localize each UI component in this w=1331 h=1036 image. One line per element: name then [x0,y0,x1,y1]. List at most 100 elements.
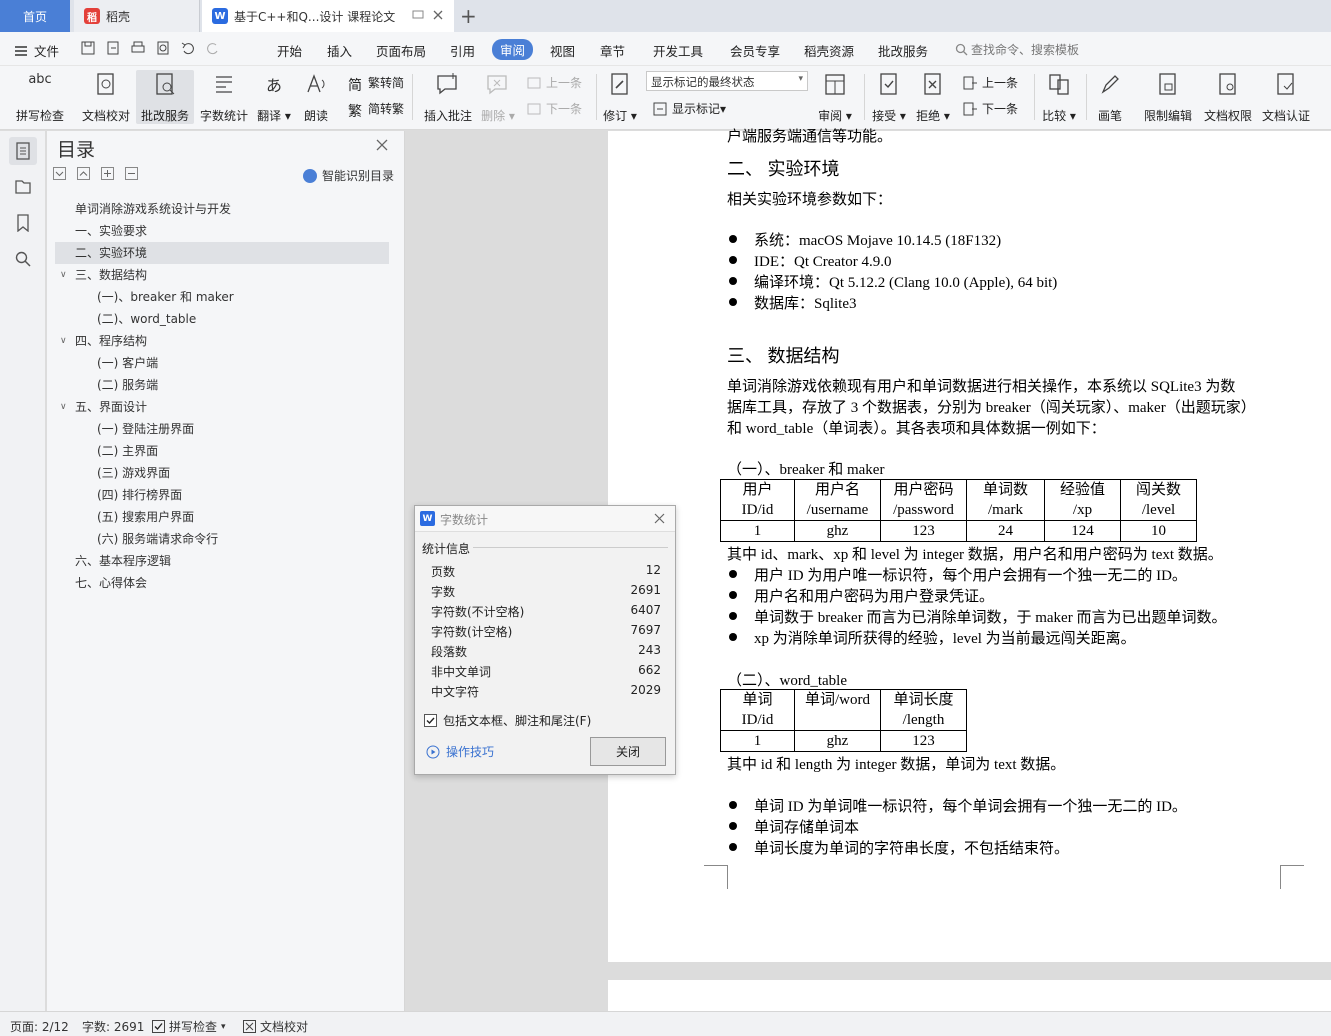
toc-item[interactable]: (一)、breaker 和 maker [97,286,234,308]
tab-home[interactable]: 首页 [0,0,70,32]
toc-item[interactable]: (二)、word_table [97,308,196,330]
export-icon[interactable] [105,40,121,56]
menu-correction-service[interactable]: 批改服务 [878,41,928,60]
command-search[interactable]: 查找命令、搜索模板 [955,41,1079,58]
nav-icon-bar [0,131,46,1011]
doc-permission-button[interactable]: 文档权限 [1200,70,1256,124]
next-comment-button[interactable]: 下一条 [526,100,582,117]
expand-all-icon[interactable] [53,167,66,180]
doc-proofread-button[interactable]: 文档校对 [78,70,134,124]
toc-item[interactable]: 五、界面设计 [75,396,147,418]
print-icon[interactable] [130,40,146,56]
toc-item[interactable]: (四) 排行榜界面 [97,484,182,506]
trad-to-simp-button[interactable]: 简繁转简 [348,74,404,94]
toc-item[interactable]: (六) 服务端请求命令行 [97,528,218,550]
translate-button[interactable]: あ 翻译 ▾ [256,70,292,124]
status-proofread[interactable]: 文档校对 [243,1018,308,1035]
delete-comment-button[interactable]: 删除 ▾ [480,70,516,124]
menu-review[interactable]: 审阅 [492,39,534,60]
toc-item[interactable]: (一) 登陆注册界面 [97,418,194,440]
redo-icon[interactable] [205,40,221,56]
table-cell: 闯关数 [1135,482,1181,498]
toc-item[interactable]: (一) 客户端 [97,352,158,374]
menu-daoke-resources[interactable]: 稻壳资源 [804,41,854,60]
simp-to-trad-button[interactable]: 繁简转繁 [348,100,404,120]
spell-check-button[interactable]: abc 拼写检查 [10,70,70,124]
toc-item[interactable]: 七、心得体会 [75,572,147,594]
new-tab-icon[interactable]: + [460,4,477,28]
undo-icon[interactable] [180,40,196,56]
status-spell-check[interactable]: 拼写检查 ▾ [152,1018,226,1035]
search-panel-icon[interactable] [9,245,37,273]
insert-comment-button[interactable]: 插入批注 [422,70,474,124]
toc-item[interactable]: (三) 游戏界面 [97,462,170,484]
toc-item[interactable]: (二) 服务端 [97,374,158,396]
toc-item[interactable]: 二、实验环境 [75,242,147,264]
stats-section-label: 统计信息 [422,542,471,556]
document-page-next[interactable] [608,980,1331,1011]
menu-view[interactable]: 视图 [550,41,575,60]
correction-service-button[interactable]: 批改服务 [136,70,194,124]
toc-item[interactable]: 一、实验要求 [75,220,147,242]
print-preview-icon[interactable] [155,40,171,56]
pen-button[interactable]: 画笔 [1094,70,1126,124]
menu-references[interactable]: 引用 [450,41,475,60]
menu-developer[interactable]: 开发工具 [653,41,703,60]
save-icon[interactable] [80,40,96,56]
compare-icon [1049,74,1069,95]
review-pane-button[interactable]: 审阅 ▾ [816,70,854,124]
document-page[interactable]: 户端服务端通信等功能。 二、 实验环境 相关实验环境参数如下： 系统：macOS… [608,129,1331,962]
tab-pin-icon[interactable] [412,9,424,21]
markup-state-select[interactable]: 显示标记的最终状态 ▾ [646,71,808,91]
tab-close-icon[interactable] [432,9,444,21]
stat-value: 2029 [630,683,661,697]
read-aloud-button[interactable]: 朗读 [300,70,332,124]
restrict-editing-button[interactable]: 限制编辑 [1140,70,1196,124]
tips-link[interactable]: 操作技巧 [426,743,494,760]
compare-button[interactable]: 比较 ▾ [1040,70,1078,124]
tab-document[interactable]: W 基于C++和Q...设计 课程论文 [202,0,454,32]
accept-button[interactable]: 接受 ▾ [870,70,908,124]
table-cell: 10 [1120,520,1197,542]
prev-comment-label: 上一条 [546,76,583,90]
file-menu[interactable]: 文件 [14,41,59,60]
show-markup-button[interactable]: 显示标记 ▾ [652,100,726,117]
toc-item[interactable]: 六、基本程序逻辑 [75,550,171,572]
page-indicator[interactable]: 页面: 2/12 [10,1018,69,1035]
prev-comment-button[interactable]: 上一条 [526,74,582,91]
toc-item[interactable]: (二) 主界面 [97,440,158,462]
chapter-panel-icon[interactable] [9,173,37,201]
menu-page-layout[interactable]: 页面布局 [376,41,426,60]
include-textbox-checkbox[interactable]: 包括文本框、脚注和尾注(F) [424,712,591,729]
word-count-indicator[interactable]: 字数: 2691 [82,1018,144,1035]
toc-item[interactable]: 三、数据结构 [75,264,147,286]
word-count-button[interactable]: 字数统计 [198,70,250,124]
reject-button[interactable]: 拒绝 ▾ [914,70,952,124]
prev-change-button[interactable]: 上一条 [962,74,1018,91]
toc-expand-chevron-icon[interactable]: ∨ [60,402,67,412]
remove-level-icon[interactable] [125,167,138,180]
toc-expand-chevron-icon[interactable]: ∨ [60,336,67,346]
collapse-all-icon[interactable] [77,167,90,180]
add-level-icon[interactable] [101,167,114,180]
close-icon[interactable] [654,513,665,524]
close-icon[interactable] [376,139,388,151]
menu-member[interactable]: 会员专享 [730,41,780,60]
tab-daoke[interactable]: 稻 稻壳 [74,0,200,32]
menu-chapter[interactable]: 章节 [600,41,625,60]
dialog-close-button[interactable]: 关闭 [590,737,666,766]
doc-certify-button[interactable]: 文档认证 [1258,70,1314,124]
next-change-button[interactable]: 下一条 [962,100,1018,117]
smart-toc-button[interactable]: 智能识别目录 [303,167,394,184]
menu-start[interactable]: 开始 [277,41,302,60]
bookmark-icon[interactable] [9,209,37,237]
toc-expand-chevron-icon[interactable]: ∨ [60,270,67,280]
track-changes-button[interactable]: 修订 ▾ [602,70,638,124]
dialog-titlebar[interactable]: W 字数统计 [415,506,675,532]
toc-item[interactable]: 四、程序结构 [75,330,147,352]
toc-item[interactable]: (五) 搜索用户界面 [97,506,194,528]
toc-panel-icon[interactable] [9,137,37,165]
spell-check-icon: abc [28,72,52,87]
menu-insert[interactable]: 插入 [327,41,352,60]
toc-item[interactable]: 单词消除游戏系统设计与开发 [75,198,231,220]
